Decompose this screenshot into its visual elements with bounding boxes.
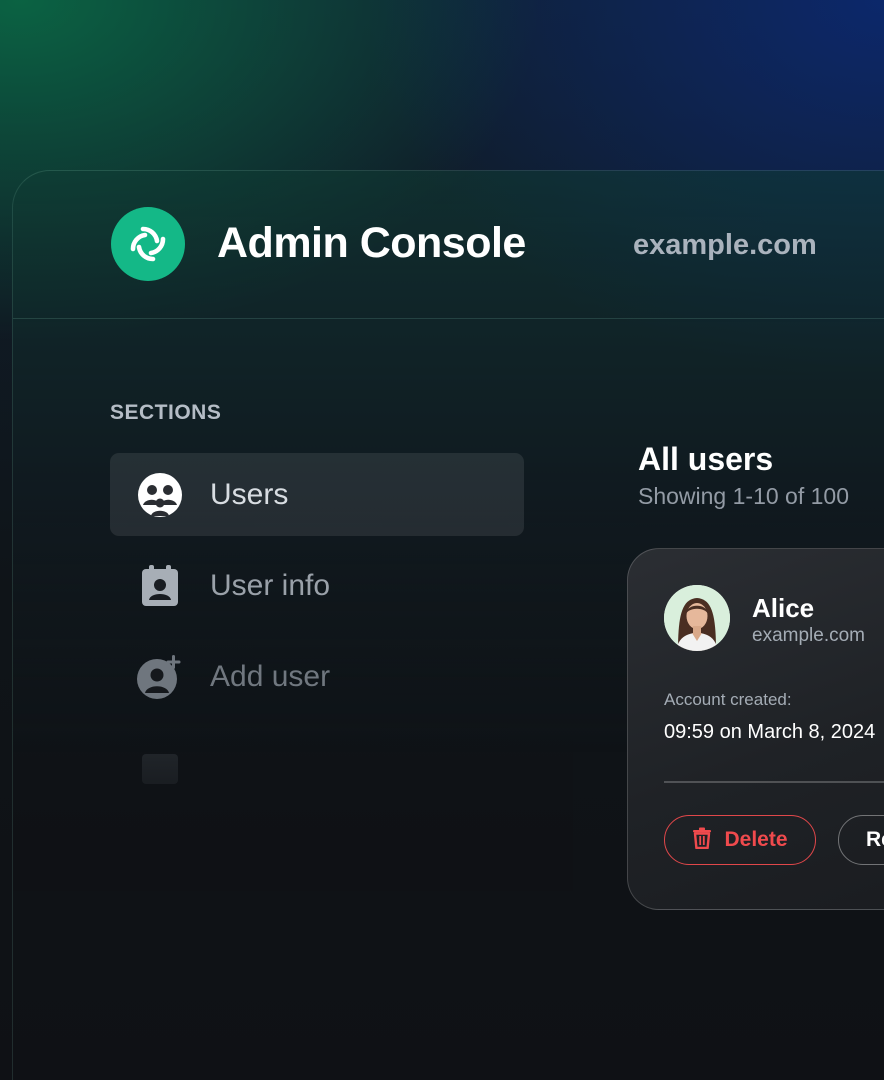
list-title: All users	[638, 441, 774, 477]
user-server: example.com	[752, 625, 865, 646]
avatar	[664, 585, 730, 651]
sidebar-item-user-info[interactable]: User info	[110, 544, 524, 627]
sidebar-item-label: Users	[210, 477, 289, 511]
delete-button[interactable]: Delete	[664, 815, 816, 865]
sidebar-item-label: Add user	[210, 659, 331, 693]
sidebar-item-users[interactable]: Users	[110, 453, 524, 536]
sidebar-item-label: User info	[210, 568, 331, 602]
account-created-value: 09:59 on March 8, 2024	[664, 721, 876, 743]
admin-window: Admin Console example.com SECTIONS Users…	[12, 170, 884, 1080]
sidebar: Users User info Add user	[110, 453, 524, 817]
app-title: Admin Console	[217, 219, 526, 267]
trash-icon	[692, 827, 712, 854]
faded-item-icon	[136, 744, 184, 792]
account-created-label: Account created:	[664, 690, 792, 709]
card-divider	[664, 781, 884, 783]
app-logo-icon	[111, 207, 185, 281]
add-user-icon	[136, 653, 184, 701]
app-header: Admin Console example.com	[13, 171, 884, 319]
secondary-action-button[interactable]: Re	[838, 815, 884, 865]
sidebar-heading: SECTIONS	[110, 401, 222, 424]
server-name: example.com	[633, 229, 817, 261]
delete-button-label: Delete	[724, 828, 788, 851]
user-card[interactable]: Alice example.com Account created: 09:59…	[627, 548, 884, 910]
user-badge-icon	[136, 562, 184, 610]
app-stage: Admin Console example.com SECTIONS Users…	[0, 0, 884, 1080]
sidebar-item-add-user[interactable]: Add user	[110, 635, 524, 718]
sidebar-item-faded	[110, 726, 524, 809]
users-group-icon	[136, 471, 184, 519]
user-name: Alice	[752, 593, 815, 623]
secondary-action-label: Re	[866, 828, 884, 851]
list-subtitle: Showing 1-10 of 100	[638, 483, 849, 509]
